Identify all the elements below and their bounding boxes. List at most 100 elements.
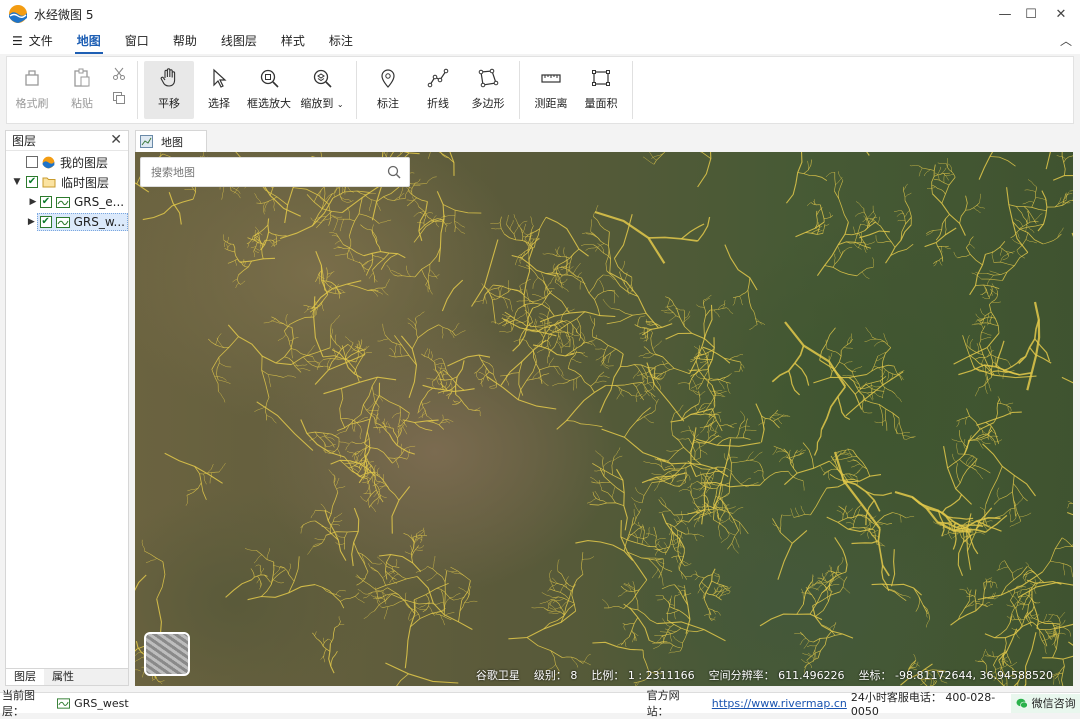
river-line — [815, 211, 817, 228]
line-layer-icon — [57, 698, 70, 709]
measure-area-label: 量面积 — [585, 95, 618, 111]
wechat-consult-button[interactable]: 微信咨询 — [1011, 694, 1080, 713]
river-line — [476, 373, 478, 380]
search-box[interactable] — [140, 157, 410, 187]
site-link[interactable]: https://www.rivermap.cn — [712, 697, 847, 710]
search-icon[interactable] — [387, 165, 401, 179]
river-line — [801, 659, 809, 663]
river-line — [385, 607, 389, 620]
search-input[interactable] — [151, 166, 371, 179]
menu-file[interactable]: 文件 — [27, 30, 65, 54]
pan-button[interactable]: 平移 — [144, 61, 194, 119]
collapsed-arrow-icon[interactable]: ▶ — [26, 197, 40, 207]
river-line — [688, 481, 698, 488]
river-line — [276, 327, 293, 363]
river-line — [561, 279, 568, 283]
my-layers-checkbox[interactable] — [26, 156, 38, 168]
river-line — [262, 240, 266, 259]
tree-item-layer-west[interactable]: ▶ ✔ GRS_w... — [6, 212, 128, 232]
river-line — [633, 370, 639, 378]
selected-layer-highlight[interactable]: ✔ GRS_w... — [37, 213, 128, 231]
river-line — [883, 367, 897, 375]
river-line — [938, 246, 949, 247]
river-line — [845, 222, 876, 235]
temp-layers-checkbox[interactable]: ✔ — [26, 176, 38, 188]
measure-distance-button[interactable]: 测距离 — [526, 61, 576, 119]
river-line — [790, 453, 805, 459]
river-line — [662, 514, 684, 548]
river-line — [307, 547, 313, 555]
zoom-to-button[interactable]: 缩放到 ⌄ — [294, 61, 350, 119]
river-line — [685, 591, 690, 634]
river-line — [862, 396, 863, 412]
river-line — [394, 275, 416, 277]
river-line — [803, 443, 814, 469]
river-line — [607, 271, 638, 297]
maximize-button[interactable]: ☐ — [1016, 0, 1046, 28]
river-line — [135, 575, 146, 606]
river-line — [668, 596, 671, 602]
menu-line-layer[interactable]: 线图层 — [209, 30, 269, 54]
river-line — [489, 387, 496, 388]
tree-item-layer-east[interactable]: ▶ ✔ GRS_e... — [6, 192, 128, 212]
river-line — [485, 294, 487, 304]
river-line — [567, 324, 570, 347]
river-line — [334, 476, 338, 492]
cut-icon[interactable] — [112, 67, 126, 81]
river-line — [980, 194, 981, 203]
tab-map-document[interactable]: 地图 — [135, 130, 207, 152]
polyline-button[interactable]: 折线 — [413, 61, 463, 119]
river-line — [1071, 567, 1073, 578]
river-line — [776, 451, 784, 453]
menu-style[interactable]: 样式 — [269, 30, 317, 54]
menu-annotation[interactable]: 标注 — [317, 30, 365, 54]
river-line — [733, 290, 748, 298]
river-line — [699, 443, 701, 458]
river-line — [694, 346, 699, 349]
river-line — [652, 464, 665, 471]
river-line — [612, 456, 614, 475]
format-brush-button[interactable]: 格式刷 — [7, 61, 57, 119]
river-line — [1045, 645, 1046, 654]
close-window-button[interactable]: ✕ — [1046, 0, 1076, 28]
hamburger-icon[interactable]: ☰ — [0, 30, 27, 54]
expanded-arrow-icon[interactable]: ▼ — [10, 177, 24, 187]
river-line — [714, 572, 719, 574]
tree-item-my-layers[interactable]: 我的图层 — [6, 152, 128, 172]
river-line — [315, 538, 325, 539]
layers-panel-title: 图层 — [12, 132, 36, 149]
river-line — [491, 228, 501, 229]
river-line — [760, 614, 822, 626]
menu-help[interactable]: 帮助 — [161, 30, 209, 54]
river-line — [415, 600, 416, 611]
river-line — [939, 260, 942, 265]
river-line — [749, 325, 757, 330]
river-line — [840, 457, 857, 460]
river-line — [251, 569, 254, 578]
map-canvas[interactable]: 谷歌卫星 级别： 8 比例： 1 : 2311166 空间分辨率： 611.49… — [135, 152, 1073, 686]
river-line — [680, 631, 688, 651]
river-line — [1018, 582, 1073, 597]
box-zoom-button[interactable]: 框选放大 — [244, 61, 294, 119]
close-icon[interactable]: ✕ — [110, 132, 122, 148]
collapse-ribbon-icon[interactable]: ︿ — [1060, 32, 1072, 49]
collapsed-arrow-icon[interactable]: ▶ — [26, 217, 37, 227]
select-button[interactable]: 选择 — [194, 61, 244, 119]
paste-button[interactable]: 粘贴 — [57, 61, 107, 119]
menu-window[interactable]: 窗口 — [113, 30, 161, 54]
tree-item-temp-layers[interactable]: ▼ ✔ 临时图层 — [6, 172, 128, 192]
menu-map[interactable]: 地图 — [65, 30, 113, 54]
river-line — [552, 383, 562, 386]
river-line — [442, 280, 462, 311]
tab-properties[interactable]: 属性 — [44, 669, 82, 685]
polygon-button[interactable]: 多边形 — [463, 61, 513, 119]
river-line — [821, 387, 845, 430]
river-line — [666, 450, 678, 451]
mark-button[interactable]: 标注 — [363, 61, 413, 119]
layer-east-checkbox[interactable]: ✔ — [40, 196, 52, 208]
measure-area-button[interactable]: 量面积 — [576, 61, 626, 119]
copy-icon[interactable] — [112, 91, 126, 105]
river-line — [233, 279, 238, 282]
layer-west-checkbox[interactable]: ✔ — [40, 216, 52, 228]
tab-layers[interactable]: 图层 — [6, 669, 44, 685]
